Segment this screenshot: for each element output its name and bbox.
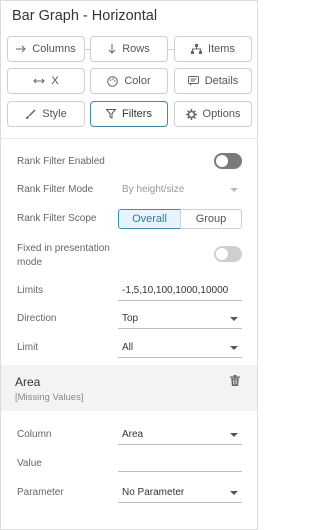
direction-underline bbox=[118, 328, 242, 329]
chevron-down-icon bbox=[230, 433, 238, 437]
area-section-header: Area [Missing Values] bbox=[1, 365, 257, 411]
items-label: Items bbox=[208, 43, 235, 55]
details-label: Details bbox=[204, 75, 239, 87]
filters-button[interactable]: Filters bbox=[90, 101, 168, 127]
gear-icon bbox=[185, 108, 197, 120]
palette-icon bbox=[107, 75, 119, 87]
filters-label: Filters bbox=[122, 108, 152, 120]
limit-select[interactable]: All bbox=[122, 342, 133, 353]
details-button[interactable]: Details bbox=[174, 68, 252, 94]
area-section-subtitle: [Missing Values] bbox=[15, 392, 84, 403]
rows-button[interactable]: Rows bbox=[90, 36, 168, 62]
limit-underline bbox=[118, 357, 242, 358]
trash-icon[interactable] bbox=[230, 375, 240, 386]
chevron-down-icon bbox=[230, 491, 238, 495]
parameter-label: Parameter bbox=[17, 487, 64, 498]
panel-title: Bar Graph - Horizontal bbox=[12, 8, 158, 24]
arrow-right-icon bbox=[16, 45, 27, 53]
brush-icon bbox=[25, 108, 36, 120]
chevron-down-icon bbox=[230, 188, 238, 192]
column-label: Column bbox=[17, 429, 52, 440]
fixed-presentation-label-line1: Fixed in presentation bbox=[17, 243, 110, 254]
divider bbox=[1, 138, 257, 139]
rank-filter-scope-label: Rank Filter Scope bbox=[17, 213, 97, 224]
rows-label: Rows bbox=[122, 43, 150, 55]
column-underline bbox=[118, 444, 242, 445]
style-label: Style bbox=[42, 108, 67, 120]
color-label: Color bbox=[124, 75, 151, 87]
limit-label: Limit bbox=[17, 342, 39, 353]
arrow-down-icon bbox=[108, 44, 116, 54]
chevron-down-icon bbox=[230, 317, 238, 321]
chevron-down-icon bbox=[230, 346, 238, 350]
x-label: X bbox=[51, 75, 59, 87]
value-label: Value bbox=[17, 458, 42, 469]
comment-icon bbox=[187, 76, 199, 86]
limits-underline bbox=[118, 300, 242, 301]
columns-button[interactable]: Columns bbox=[7, 36, 85, 62]
direction-label: Direction bbox=[17, 313, 57, 324]
style-button[interactable]: Style bbox=[7, 101, 85, 127]
fixed-presentation-toggle[interactable] bbox=[214, 246, 242, 262]
color-button[interactable]: Color bbox=[90, 68, 168, 94]
fixed-presentation-label-line2: mode bbox=[17, 257, 43, 268]
value-underline bbox=[118, 471, 242, 472]
rank-filter-mode-select[interactable]: By height/size bbox=[122, 184, 184, 195]
limits-label: Limits bbox=[17, 285, 44, 296]
options-label: Options bbox=[202, 108, 241, 120]
options-button[interactable]: Options bbox=[174, 101, 252, 127]
x-button[interactable]: X bbox=[7, 68, 85, 94]
direction-select[interactable]: Top bbox=[122, 313, 138, 324]
parameter-select[interactable]: No Parameter bbox=[122, 487, 184, 498]
settings-panel: Bar Graph - Horizontal Columns Rows Item… bbox=[0, 0, 258, 530]
columns-label: Columns bbox=[32, 43, 76, 55]
limits-input[interactable]: -1,5,10,100,1000,10000 bbox=[122, 285, 228, 296]
arrows-horizontal-icon bbox=[33, 77, 46, 85]
parameter-underline bbox=[118, 502, 242, 503]
column-select[interactable]: Area bbox=[122, 429, 143, 440]
rank-filter-enabled-toggle[interactable] bbox=[214, 153, 242, 169]
rank-filter-enabled-label: Rank Filter Enabled bbox=[17, 156, 105, 167]
hierarchy-icon bbox=[191, 44, 203, 54]
items-button[interactable]: Items bbox=[174, 36, 252, 62]
area-section-title: Area bbox=[15, 375, 41, 389]
scope-group-option[interactable]: Group bbox=[180, 209, 242, 229]
scope-overall-option[interactable]: Overall bbox=[118, 209, 181, 229]
rank-filter-mode-label: Rank Filter Mode bbox=[17, 184, 94, 195]
funnel-icon bbox=[106, 109, 117, 119]
